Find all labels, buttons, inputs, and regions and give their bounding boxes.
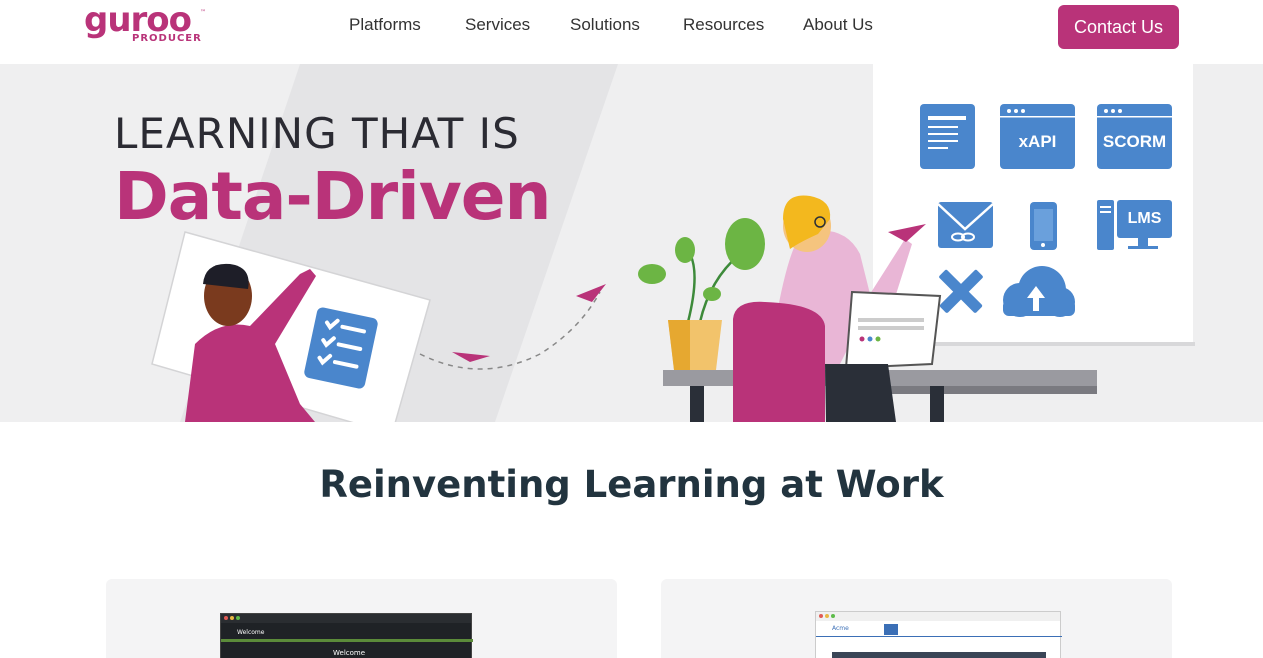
nav-services[interactable]: Services bbox=[465, 15, 530, 35]
nav-about-us[interactable]: About Us bbox=[803, 15, 873, 35]
email-icon bbox=[937, 202, 994, 248]
hero-headline-highlight: Data-Driven bbox=[114, 158, 552, 235]
contact-us-button[interactable]: Contact Us bbox=[1058, 5, 1179, 49]
logo-subtitle: PRODUCER bbox=[132, 33, 202, 44]
nav-platforms[interactable]: Platforms bbox=[349, 15, 421, 35]
feature-card-right[interactable]: Acme bbox=[661, 579, 1172, 658]
xapi-label: xAPI bbox=[1018, 132, 1057, 151]
screen-welcome: Welcome bbox=[333, 649, 366, 657]
logo-trademark: ™ bbox=[200, 9, 206, 16]
paper-plane-icon-2 bbox=[576, 284, 606, 302]
lms-label: LMS bbox=[1127, 210, 1162, 227]
nav-solutions[interactable]: Solutions bbox=[570, 15, 640, 35]
feature-card-left[interactable]: Welcome Welcome bbox=[106, 579, 617, 658]
page: guroo ™ PRODUCER Platforms Services Solu… bbox=[0, 0, 1263, 658]
screen-welcome-small: Welcome bbox=[237, 629, 265, 636]
document-icon bbox=[920, 104, 975, 169]
scorm-label: SCORM bbox=[1102, 132, 1167, 151]
screen-brand: Acme bbox=[832, 625, 849, 632]
hero-banner: LEARNING THAT IS Data-Driven xAPI SCORM … bbox=[0, 64, 1263, 422]
nav-resources[interactable]: Resources bbox=[683, 15, 764, 35]
mobile-icon bbox=[1030, 202, 1057, 250]
course-screenshot: Welcome Welcome bbox=[220, 613, 473, 658]
platform-screenshot: Acme bbox=[815, 611, 1062, 658]
section-heading: Reinventing Learning at Work bbox=[319, 463, 944, 506]
site-header: guroo ™ PRODUCER Platforms Services Solu… bbox=[0, 0, 1263, 64]
guroo-producer-logo[interactable]: guroo ™ PRODUCER bbox=[84, 0, 206, 46]
hero-headline-top: LEARNING THAT IS bbox=[114, 109, 520, 158]
